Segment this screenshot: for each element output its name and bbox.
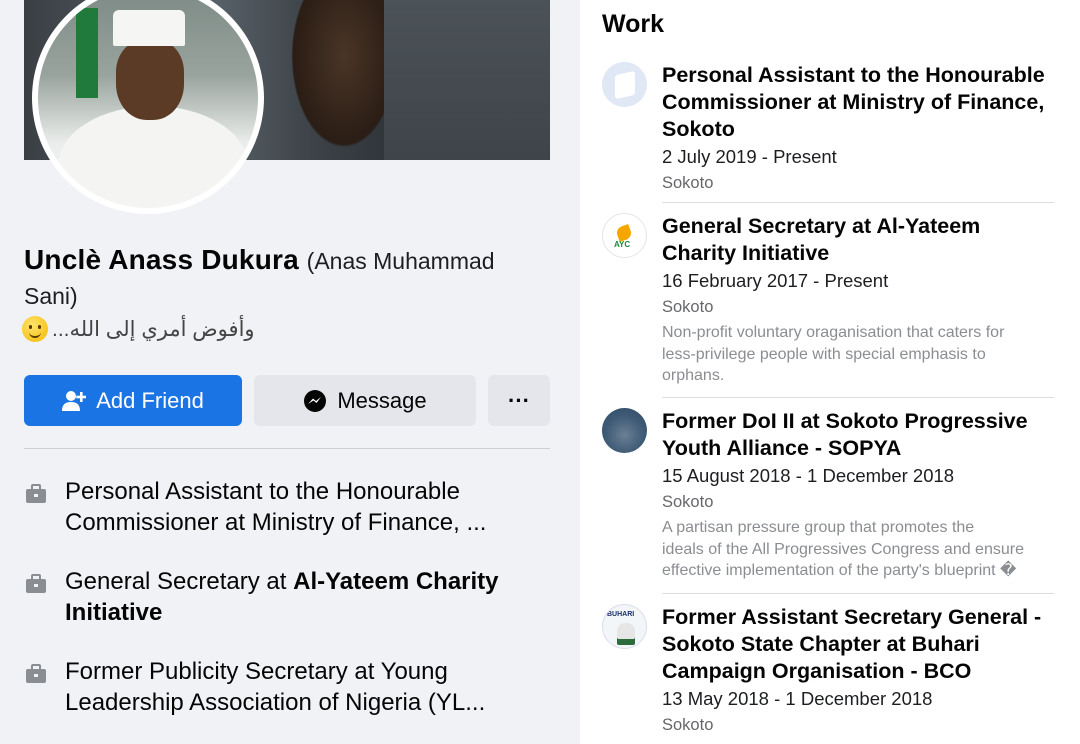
entry-divider: [662, 593, 1054, 594]
job-dates: 2 July 2019 - Present: [662, 146, 837, 167]
job-location: Sokoto: [662, 298, 714, 316]
more-options-button[interactable]: ···: [488, 375, 550, 426]
job-location: Sokoto: [662, 174, 714, 192]
add-friend-icon: [62, 390, 87, 411]
section-divider: [24, 448, 550, 449]
work-details-panel: Work Personal Assistant to the Honourabl…: [580, 0, 1080, 744]
job-dates: 16 February 2017 - Present: [662, 270, 889, 291]
entry-divider: [662, 397, 1054, 398]
intro-work-item[interactable]: Former Publicity Secretary at Young Lead…: [24, 656, 550, 718]
intro-work-text: Personal Assistant to the Honourable Com…: [65, 478, 487, 536]
job-description: Non-profit voluntary oraganisation that …: [662, 324, 1005, 384]
job-description: A partisan pressure group that promotes …: [662, 519, 1024, 579]
message-button[interactable]: Message: [254, 375, 476, 426]
ayc-logo-icon: [602, 213, 647, 258]
add-friend-button[interactable]: Add Friend: [24, 375, 242, 426]
messenger-icon: [304, 389, 327, 412]
job-title[interactable]: General Secretary at Al-Yateem Charity I…: [662, 213, 1057, 267]
profile-bio: وأفوض أمري إلى الله...: [22, 313, 322, 345]
add-friend-label: Add Friend: [96, 387, 204, 413]
intro-work-text: General Secretary at: [65, 568, 294, 595]
ministry-logo-icon: [602, 62, 647, 107]
job-dates: 15 August 2018 - 1 December 2018: [662, 465, 955, 486]
job-title[interactable]: Former DoI II at Sokoto Progressive Yout…: [662, 408, 1057, 462]
bio-text: وأفوض أمري إلى الله...: [52, 317, 255, 341]
entry-divider: [662, 202, 1054, 203]
job-location: Sokoto: [662, 716, 714, 734]
profile-name-main: Unclè Anass Dukura: [24, 244, 299, 275]
job-title[interactable]: Former Assistant Secretary General - Sok…: [662, 604, 1057, 685]
profile-panel: Unclè Anass Dukura (Anas Muhammad Sani) …: [0, 0, 560, 744]
cover-man-figure: [384, 0, 550, 160]
briefcase-icon: [26, 574, 46, 593]
intro-work-text: Former Publicity Secretary at Young Lead…: [65, 658, 486, 716]
sopya-logo-icon: [602, 408, 647, 453]
profile-photo: [38, 0, 258, 208]
intro-work-item[interactable]: General Secretary at Al-Yateem Charity I…: [24, 566, 550, 628]
smiley-icon: [22, 316, 48, 342]
more-options-icon: ···: [508, 387, 530, 413]
briefcase-icon: [26, 484, 46, 503]
message-label: Message: [337, 387, 427, 413]
briefcase-icon: [26, 664, 46, 683]
job-location: Sokoto: [662, 493, 714, 511]
job-dates: 13 May 2018 - 1 December 2018: [662, 688, 933, 709]
profile-name: Unclè Anass Dukura (Anas Muhammad Sani): [24, 243, 544, 313]
buhari-logo-icon: [602, 604, 647, 649]
work-section-title: Work: [602, 10, 665, 38]
job-title[interactable]: Personal Assistant to the Honourable Com…: [662, 62, 1057, 143]
intro-work-item[interactable]: Personal Assistant to the Honourable Com…: [24, 476, 550, 538]
avatar[interactable]: [32, 0, 264, 214]
